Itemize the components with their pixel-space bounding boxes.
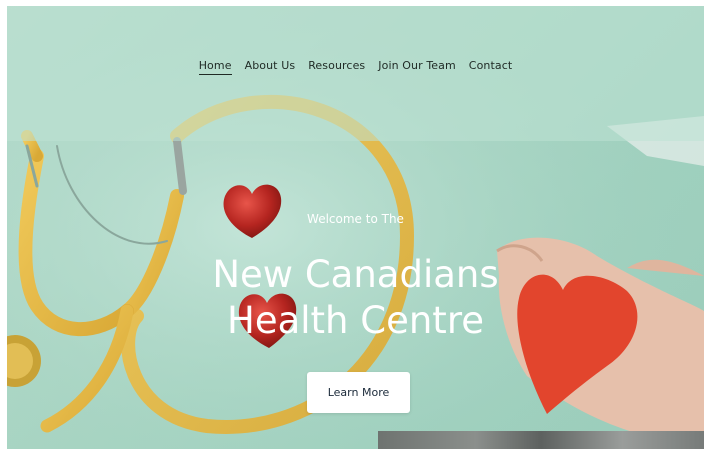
- nav-join-our-team[interactable]: Join Our Team: [378, 59, 456, 75]
- page: Home About Us Resources Join Our Team Co…: [0, 0, 704, 449]
- hero-section: Home About Us Resources Join Our Team Co…: [7, 6, 704, 449]
- nav-contact[interactable]: Contact: [469, 59, 513, 75]
- nav-home[interactable]: Home: [198, 59, 232, 75]
- hero-kicker: Welcome to The: [307, 212, 404, 226]
- learn-more-button[interactable]: Learn More: [307, 372, 410, 413]
- main-navigation: Home About Us Resources Join Our Team Co…: [7, 59, 704, 75]
- hero-headline-line2: Health Centre: [227, 299, 484, 342]
- hero-headline: New Canadians Health Centre: [7, 252, 704, 344]
- nav-about-us[interactable]: About Us: [245, 59, 296, 75]
- hero-headline-line1: New Canadians: [212, 253, 499, 296]
- nav-resources[interactable]: Resources: [308, 59, 365, 75]
- next-section-image-peek: [378, 431, 704, 449]
